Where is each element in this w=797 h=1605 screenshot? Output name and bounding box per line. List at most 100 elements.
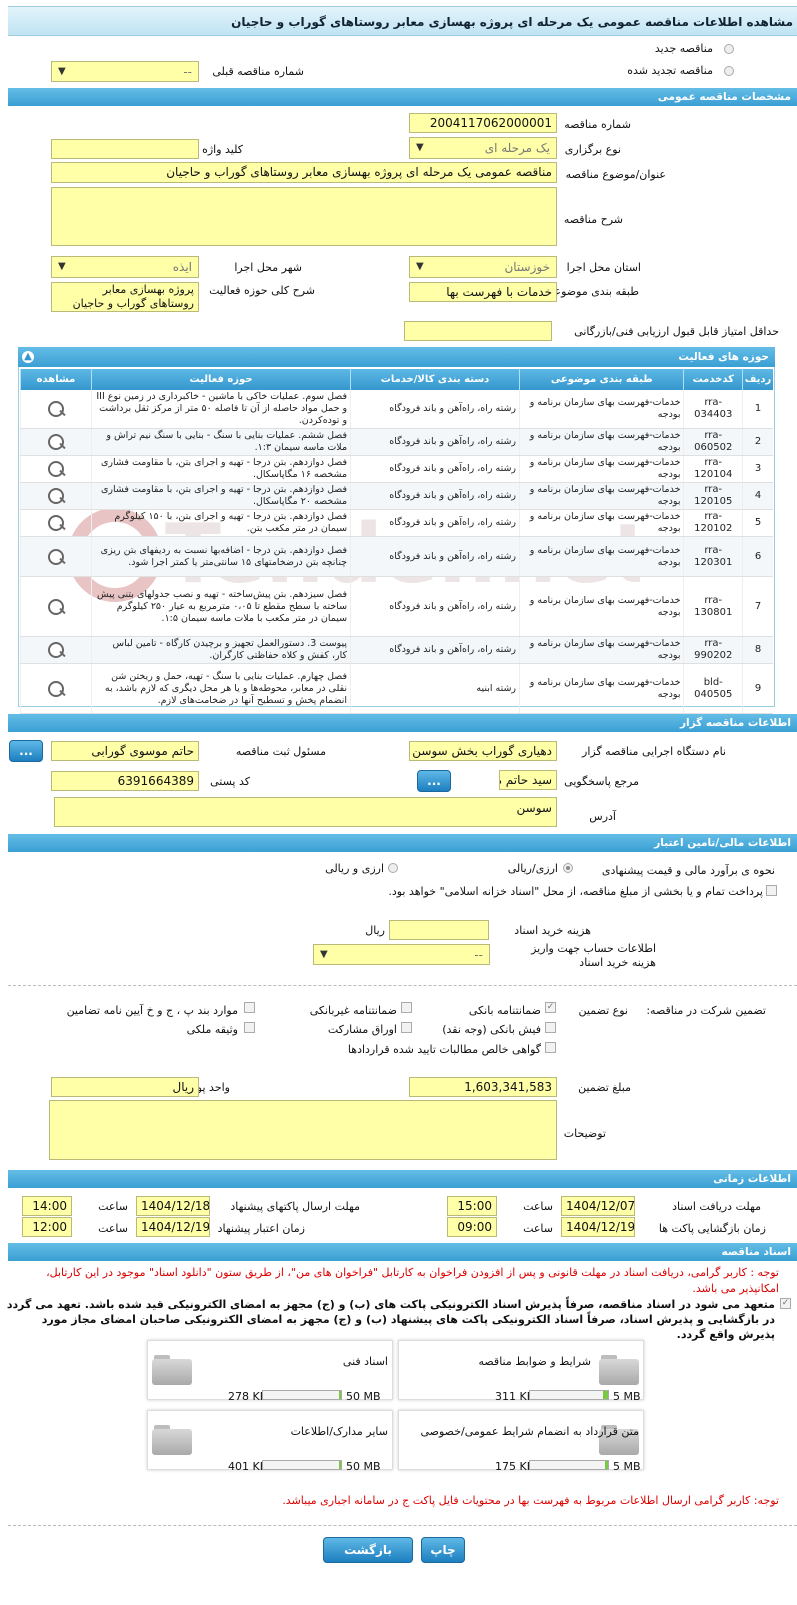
ref-field: سید حاتم موسوی: [499, 770, 557, 790]
resp-field: حاتم موسوی گورابی: [51, 741, 199, 761]
doc-recv-date: 1404/12/07: [561, 1196, 635, 1216]
magnifier-icon[interactable]: [46, 547, 66, 565]
row-activity: فصل چهارم. عملیات بنایی با سنگ - تهیه، ح…: [90, 663, 351, 714]
currency-label: ارزی و ریالی: [325, 862, 384, 875]
bonds-checkbox[interactable]: [401, 1022, 412, 1033]
radio-rial[interactable]: [563, 863, 573, 873]
row-code: rra-120105: [683, 482, 743, 510]
zip-field: 6391664389: [51, 771, 199, 791]
cash-checkbox[interactable]: [545, 1022, 556, 1033]
col-group: دسته بندی کالا/خدمات: [350, 369, 520, 390]
row-group: رشته راه، راه‌آهن و باند فرودگاه: [350, 576, 520, 637]
file-progress: [262, 1460, 342, 1470]
magnifier-icon[interactable]: [46, 597, 66, 615]
property-checkbox[interactable]: [244, 1022, 255, 1033]
magnifier-icon[interactable]: [46, 513, 66, 531]
radio-new-tender[interactable]: [724, 44, 734, 54]
row-code: rra-060502: [683, 428, 743, 456]
prev-tender-value: --: [183, 65, 192, 79]
province-select[interactable]: خوزستان ▼: [409, 256, 557, 278]
magnifier-icon[interactable]: [46, 486, 66, 504]
org-label: نام دستگاه اجرایی مناقصه گزار: [582, 745, 726, 758]
collapse-icon[interactable]: ▲: [22, 351, 34, 363]
file-max: 50 MB: [346, 1460, 381, 1473]
table-row: 2 rra-060502 خدمات-فهرست بهای سازمان برنام…: [20, 428, 773, 456]
col-code: کدخدمت: [683, 369, 743, 390]
holding-type-label: نوع برگزاری: [564, 143, 621, 156]
rial-label: ارزی/ریالی: [507, 862, 558, 875]
bank-guarantee-checkbox[interactable]: ✓: [545, 1002, 556, 1013]
col-category: طبقه بندی موضوعی: [519, 369, 684, 390]
row-activity: فصل سوم. عملیات خاکی با ماشین - خاکبردار…: [90, 390, 351, 429]
row-number: 6: [742, 536, 773, 577]
amount-field: 1,603,341,583: [409, 1077, 557, 1097]
holding-type-select[interactable]: یک مرحله ای ▼: [409, 137, 557, 159]
commit-checkbox[interactable]: ✓: [780, 1298, 791, 1309]
guarantee-label: تضمین شرکت در مناقصه:: [646, 1004, 766, 1017]
file-box-other[interactable]: سایر مدارک/اطلاعات 401 KB 50 MB: [147, 1410, 393, 1473]
row-group: رشته راه، راه‌آهن و باند فرودگاه: [350, 636, 520, 664]
valid-label: زمان اعتبار پیشنهاد: [217, 1222, 305, 1235]
nonbank-guarantee-label: ضمانتنامه غیربانکی: [309, 1004, 397, 1017]
row-code: rra-120102: [683, 509, 743, 537]
city-select[interactable]: ایذه ▼: [51, 256, 199, 278]
file-box-terms[interactable]: شرایط و ضوابط مناقصه 311 KB 5 MB: [398, 1340, 644, 1403]
magnifier-icon[interactable]: [46, 679, 66, 697]
min-score-field[interactable]: [404, 321, 552, 341]
row-category: خدمات-فهرست بهای سازمان برنامه و بودجه: [519, 428, 684, 456]
magnifier-icon[interactable]: [46, 640, 66, 658]
row-group: رشته راه، راه‌آهن و باند فرودگاه: [350, 428, 520, 456]
row-view: [20, 428, 92, 456]
row-group: رشته راه، راه‌آهن و باند فرودگاه: [350, 390, 520, 429]
property-label: وثیقه ملکی: [186, 1023, 238, 1036]
row-category: خدمات-فهرست بهای سازمان برنامه و بودجه: [519, 576, 684, 637]
back-button[interactable]: بازگشت: [323, 1537, 413, 1563]
city-label: شهر محل اجرا: [234, 261, 302, 274]
account-select[interactable]: -- ▼: [313, 944, 490, 965]
description-field[interactable]: [51, 187, 557, 246]
nonbank-guarantee-checkbox[interactable]: [401, 1002, 412, 1013]
row-activity: فصل دوازدهم. بتن درجا - تهیه و اجرای بتن…: [90, 509, 351, 537]
radio-renewed-tender[interactable]: [724, 66, 734, 76]
rules-checkbox[interactable]: [244, 1002, 255, 1013]
folder-icon: [152, 1353, 192, 1385]
magnifier-icon[interactable]: [46, 432, 66, 450]
row-group: رشته راه، راه‌آهن و باند فرودگاه: [350, 509, 520, 537]
file-progress-fill: [603, 1391, 608, 1399]
file-name: شرایط و ضوابط مناقصه: [478, 1355, 592, 1368]
file-box-contract[interactable]: متن قرارداد به انضمام شرایط عمومی/خصوصی …: [398, 1410, 644, 1473]
keyword-label: کلید واژه: [202, 143, 243, 156]
resp-label: مسئول ثبت مناقصه: [235, 745, 326, 758]
claims-checkbox[interactable]: [545, 1042, 556, 1053]
row-group: رشته راه، راه‌آهن و باند فرودگاه: [350, 455, 520, 483]
holding-type-value: یک مرحله ای: [484, 141, 550, 155]
city-value: ایذه: [172, 260, 192, 274]
send-label: مهلت ارسال پاکتهای پیشنهاد: [230, 1200, 360, 1213]
section-organizer: اطلاعات مناقصه گزار: [8, 714, 797, 732]
prev-tender-select[interactable]: -- ▼: [51, 61, 199, 82]
subject-field: مناقصه عمومی یک مرحله ای پروژه بهسازی مع…: [51, 162, 557, 183]
time-label-2: ساعت: [98, 1200, 128, 1213]
treasury-checkbox[interactable]: [766, 885, 777, 896]
keyword-field[interactable]: [51, 139, 199, 159]
ref-more-button[interactable]: ...: [417, 770, 451, 792]
chevron-down-icon: ▼: [416, 142, 424, 153]
magnifier-icon[interactable]: [46, 399, 66, 417]
tender-number-field: 2004117062000001: [409, 113, 557, 133]
row-category: خدمات-فهرست بهای سازمان برنامه و بودجه: [519, 536, 684, 577]
folder-icon: [152, 1423, 192, 1455]
magnifier-icon[interactable]: [46, 459, 66, 477]
radio-currency[interactable]: [388, 863, 398, 873]
min-score-label: حداقل امتیاز قابل قبول ارزیابی فنی/بازرگ…: [574, 325, 779, 338]
print-button[interactable]: چاپ: [421, 1537, 465, 1563]
section-docs: اسناد مناقصه: [8, 1243, 797, 1261]
file-box-technical[interactable]: اسناد فنی 278 KB 50 MB: [147, 1340, 393, 1403]
valid-time: 12:00: [22, 1217, 72, 1237]
row-activity: پیوست 3. دستورالعمل تجهیز و برچیدن کارگا…: [90, 636, 351, 664]
file-name: اسناد فنی: [342, 1355, 388, 1368]
row-view: [20, 663, 92, 714]
time-label-4: ساعت: [98, 1222, 128, 1235]
table-row: 7 rra-130801 خدمات-فهرست بهای سازمان برنام…: [20, 576, 773, 637]
resp-more-button[interactable]: ...: [9, 740, 43, 762]
docs-warning: توجه: کاربر گرامی ارسال اطلاعات مربوط به…: [282, 1494, 779, 1507]
